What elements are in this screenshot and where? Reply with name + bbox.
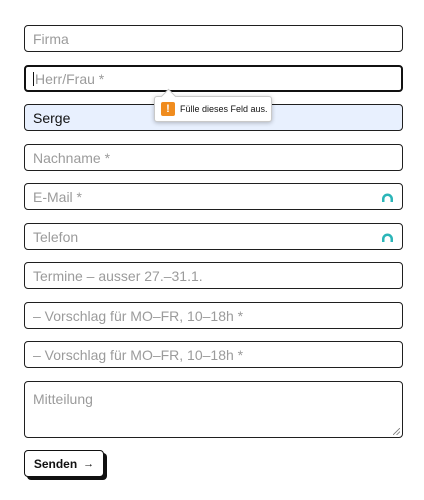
- validation-message: Fülle dieses Feld aus.: [180, 104, 268, 114]
- company-placeholder: Firma: [33, 30, 69, 47]
- autofill-icon[interactable]: [381, 231, 394, 243]
- company-field[interactable]: Firma: [24, 25, 403, 52]
- salutation-field[interactable]: Herr/Frau *: [24, 65, 403, 92]
- email-field[interactable]: E-Mail *: [24, 183, 403, 210]
- dates-field[interactable]: Termine – ausser 27.–31.1.: [24, 262, 403, 289]
- email-placeholder: E-Mail *: [33, 188, 83, 205]
- last-name-placeholder: Nachname *: [33, 149, 111, 166]
- proposal-2-field[interactable]: – Vorschlag für MO–FR, 10–18h *: [24, 341, 403, 368]
- phone-field[interactable]: Telefon: [24, 223, 403, 250]
- submit-label: Senden: [33, 456, 78, 471]
- phone-placeholder: Telefon: [33, 228, 79, 245]
- warning-icon: !: [161, 102, 175, 116]
- autofill-icon[interactable]: [381, 191, 394, 203]
- proposal-1-placeholder: – Vorschlag für MO–FR, 10–18h *: [33, 307, 244, 324]
- message-textarea[interactable]: Mitteilung: [24, 381, 403, 438]
- message-placeholder: Mitteilung: [33, 391, 93, 407]
- submit-button[interactable]: Senden →: [24, 450, 104, 477]
- salutation-placeholder: Herr/Frau *: [35, 70, 105, 87]
- dates-placeholder: Termine – ausser 27.–31.1.: [33, 267, 203, 284]
- arrow-right-icon: →: [83, 457, 95, 470]
- validation-tooltip: ! Fülle dieses Feld aus.: [154, 96, 272, 122]
- proposal-1-field[interactable]: – Vorschlag für MO–FR, 10–18h *: [24, 302, 403, 329]
- proposal-2-placeholder: – Vorschlag für MO–FR, 10–18h *: [33, 346, 244, 363]
- first-name-value: Serge: [33, 109, 71, 126]
- resize-grip-icon[interactable]: [393, 428, 400, 435]
- last-name-field[interactable]: Nachname *: [24, 144, 403, 171]
- text-caret: [33, 71, 34, 86]
